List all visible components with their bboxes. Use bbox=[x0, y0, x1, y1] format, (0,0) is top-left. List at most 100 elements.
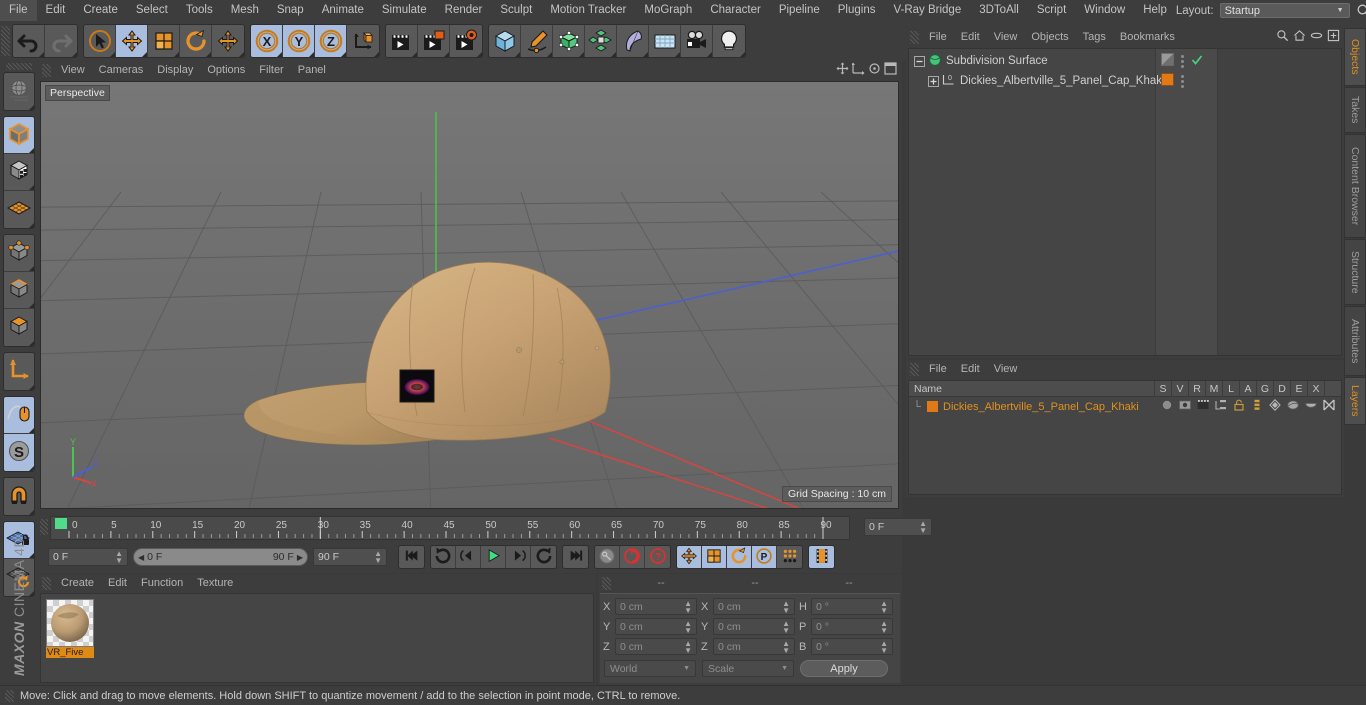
layers-column-s[interactable]: S bbox=[1154, 381, 1171, 397]
deformer-icon[interactable] bbox=[1287, 399, 1299, 414]
go-to-end-button[interactable] bbox=[563, 546, 588, 568]
apply-button[interactable]: Apply bbox=[800, 660, 888, 677]
play-button[interactable] bbox=[481, 546, 506, 568]
add-deformer-button[interactable] bbox=[617, 25, 649, 57]
rotate-viewport-icon[interactable] bbox=[868, 62, 881, 78]
viewport-menu-display[interactable]: Display bbox=[150, 61, 200, 79]
visibility-check-icon[interactable] bbox=[1191, 54, 1203, 69]
flyout-corner-icon[interactable] bbox=[611, 52, 616, 57]
menu-item-character[interactable]: Character bbox=[701, 0, 770, 21]
viewport-menu-filter[interactable]: Filter bbox=[252, 61, 290, 79]
object-tree-row[interactable]: 0 Dickies_Albertville_5_Panel_Cap_Khaki bbox=[909, 71, 1341, 91]
generator-icon[interactable] bbox=[1269, 399, 1281, 414]
coordinates-grip[interactable] bbox=[602, 577, 611, 590]
objects-menu-bookmarks[interactable]: Bookmarks bbox=[1113, 28, 1182, 46]
size-mode-dropdown[interactable]: Scale ▼ bbox=[702, 660, 794, 677]
rotation-field-h[interactable]: 0 °▲▼ bbox=[811, 598, 893, 615]
spinner-icon[interactable]: ▲▼ bbox=[782, 620, 790, 634]
previous-frame-button[interactable] bbox=[456, 546, 481, 568]
add-cube-button[interactable] bbox=[489, 25, 521, 57]
spinner-icon[interactable]: ▲▼ bbox=[115, 550, 123, 564]
ellipse-icon[interactable] bbox=[1310, 29, 1323, 45]
flyout-corner-icon[interactable] bbox=[444, 52, 449, 57]
texture-mode-button[interactable] bbox=[4, 154, 34, 191]
flyout-corner-icon[interactable] bbox=[547, 52, 552, 57]
flyout-corner-icon[interactable] bbox=[29, 223, 34, 228]
objects-menu-view[interactable]: View bbox=[987, 28, 1025, 46]
layers-column-a[interactable]: A bbox=[1239, 381, 1256, 397]
menu-item-pipeline[interactable]: Pipeline bbox=[770, 0, 829, 21]
polygons-mode-button[interactable] bbox=[4, 309, 34, 346]
rotation-key-button[interactable] bbox=[727, 546, 752, 568]
spinner-icon[interactable]: ▲▼ bbox=[880, 640, 888, 654]
move-tool[interactable] bbox=[116, 25, 148, 57]
layers-column-m[interactable]: M bbox=[1205, 381, 1222, 397]
menu-item-simulate[interactable]: Simulate bbox=[373, 0, 436, 21]
vertical-tab-objects[interactable]: Objects bbox=[1344, 28, 1366, 86]
viewport-grip[interactable] bbox=[42, 64, 51, 77]
layers-column-l[interactable]: L bbox=[1222, 381, 1239, 397]
workplane-mode-button[interactable] bbox=[4, 191, 34, 228]
objects-menu-file[interactable]: File bbox=[922, 28, 954, 46]
flyout-corner-icon[interactable] bbox=[277, 52, 282, 57]
vertical-tab-layers[interactable]: Layers bbox=[1344, 377, 1366, 425]
layers-column-x[interactable]: X bbox=[1307, 381, 1324, 397]
menu-item-v-ray-bridge[interactable]: V-Ray Bridge bbox=[884, 0, 970, 21]
objects-grip[interactable] bbox=[910, 31, 919, 44]
objects-menu-objects[interactable]: Objects bbox=[1024, 28, 1075, 46]
layers-menu-file[interactable]: File bbox=[922, 360, 954, 378]
layers-column-d[interactable]: D bbox=[1273, 381, 1290, 397]
timeline-grip[interactable] bbox=[40, 519, 48, 535]
left-toolbar-grip[interactable] bbox=[6, 63, 32, 70]
add-camera-button[interactable] bbox=[681, 25, 713, 57]
viewport-menu-view[interactable]: View bbox=[54, 61, 92, 79]
flyout-corner-icon[interactable] bbox=[29, 266, 34, 271]
layers-list[interactable]: Name SVRMLAGDEX └ Dickies_Albertville_5_… bbox=[908, 380, 1342, 495]
menu-item-render[interactable]: Render bbox=[436, 0, 492, 21]
flyout-corner-icon[interactable] bbox=[29, 466, 34, 471]
layers-column-r[interactable]: R bbox=[1188, 381, 1205, 397]
flyout-corner-icon[interactable] bbox=[643, 52, 648, 57]
menu-item-3dtoall[interactable]: 3DToAll bbox=[970, 0, 1028, 21]
add-light-button[interactable] bbox=[713, 25, 745, 57]
live-selection-tool[interactable] bbox=[84, 25, 116, 57]
y-axis-lock[interactable]: Y bbox=[283, 25, 315, 57]
subdivision-surface-icon[interactable] bbox=[928, 53, 942, 70]
redo-button[interactable] bbox=[45, 25, 77, 57]
add-array-button[interactable] bbox=[585, 25, 617, 57]
layer-color-swatch[interactable] bbox=[927, 401, 938, 412]
play-forwards-button[interactable] bbox=[531, 546, 556, 568]
viewport-menu-options[interactable]: Options bbox=[200, 61, 252, 79]
flyout-corner-icon[interactable] bbox=[174, 52, 179, 57]
position-field-x[interactable]: 0 cm▲▼ bbox=[615, 598, 697, 615]
flyout-corner-icon[interactable] bbox=[206, 52, 211, 57]
flyout-corner-icon[interactable] bbox=[740, 52, 745, 57]
frame-range-slider[interactable]: ◀ 0 F 90 F ▶ bbox=[133, 548, 308, 566]
objects-menu-tags[interactable]: Tags bbox=[1076, 28, 1113, 46]
undo-view-button[interactable] bbox=[4, 73, 34, 110]
objects-tree[interactable]: Subdivision Surface 0 Dickies_Albertvill… bbox=[908, 48, 1342, 356]
menu-item-mesh[interactable]: Mesh bbox=[222, 0, 268, 21]
flyout-corner-icon[interactable] bbox=[239, 52, 244, 57]
go-to-start-button[interactable] bbox=[399, 546, 424, 568]
material-menu-function[interactable]: Function bbox=[134, 574, 190, 592]
spinner-icon[interactable]: ▲▼ bbox=[782, 600, 790, 614]
undo-button[interactable] bbox=[13, 25, 45, 57]
menu-item-edit[interactable]: Edit bbox=[37, 0, 75, 21]
material-tag-icon[interactable] bbox=[1161, 73, 1174, 89]
render-view-button[interactable] bbox=[386, 25, 418, 57]
size-field-x[interactable]: 0 cm▲▼ bbox=[713, 598, 795, 615]
record-active-objects-button[interactable] bbox=[595, 546, 620, 568]
render-icon[interactable] bbox=[1197, 399, 1209, 414]
position-field-y[interactable]: 0 cm▲▼ bbox=[615, 618, 697, 635]
menu-item-mograph[interactable]: MoGraph bbox=[635, 0, 701, 21]
spinner-icon[interactable]: ▲▼ bbox=[684, 620, 692, 634]
vertical-tab-attributes[interactable]: Attributes bbox=[1344, 306, 1366, 376]
material-menu-create[interactable]: Create bbox=[54, 574, 101, 592]
flyout-corner-icon[interactable] bbox=[412, 52, 417, 57]
x-axis-lock[interactable]: X bbox=[251, 25, 283, 57]
layers-column-v[interactable]: V bbox=[1171, 381, 1188, 397]
flyout-corner-icon[interactable] bbox=[579, 52, 584, 57]
flyout-corner-icon[interactable] bbox=[29, 105, 34, 110]
frame-icon[interactable] bbox=[1327, 29, 1340, 45]
